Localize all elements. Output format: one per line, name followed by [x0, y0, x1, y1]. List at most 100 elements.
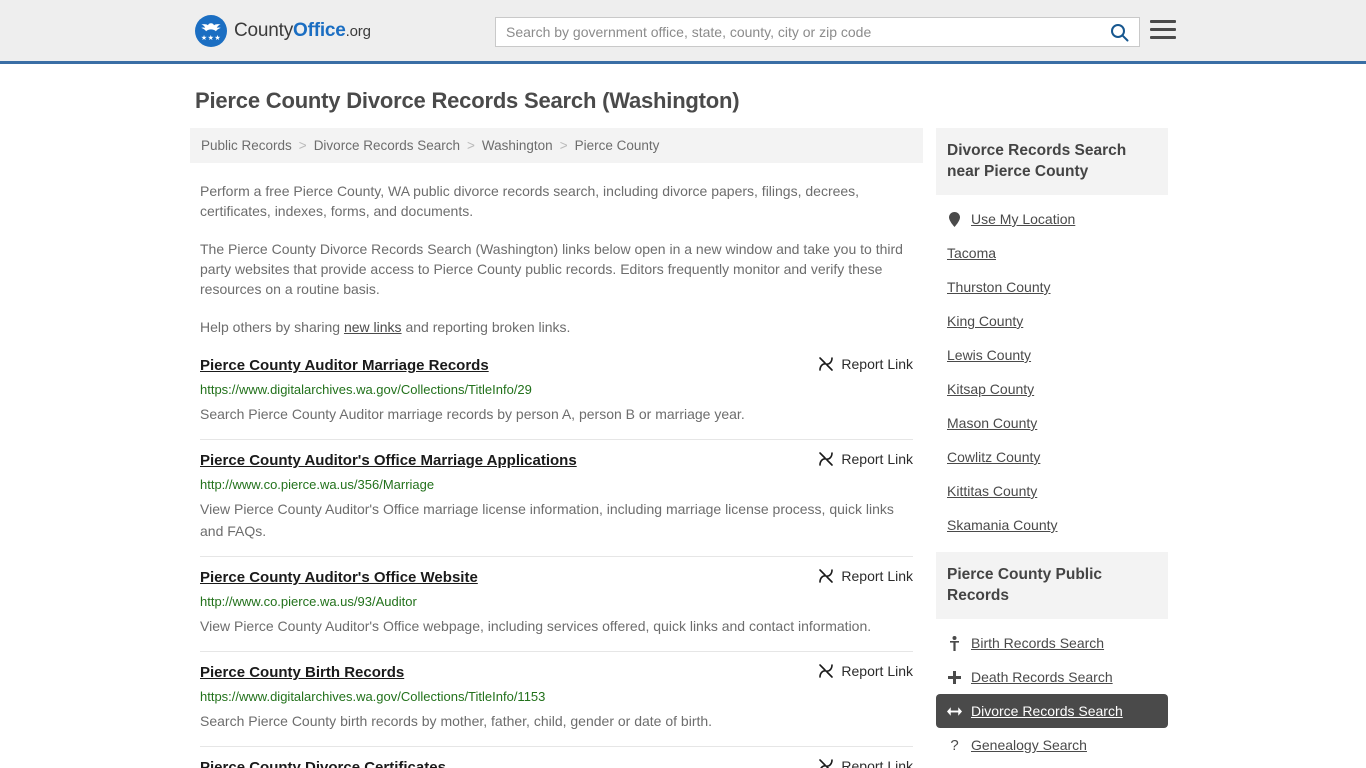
report-link-label: Report Link: [841, 758, 913, 768]
sidebar-item-genealogy-search[interactable]: ? Genealogy Search: [936, 728, 1168, 762]
intro-section: Perform a free Pierce County, WA public …: [190, 181, 923, 337]
breadcrumb: Public Records > Divorce Records Search …: [190, 128, 923, 163]
result-title-link[interactable]: Pierce County Birth Records: [200, 663, 404, 682]
broken-link-icon: [819, 759, 834, 768]
search-input[interactable]: [496, 18, 1099, 46]
eagle-icon: [201, 22, 221, 31]
new-links-link[interactable]: new links: [344, 319, 402, 335]
report-link-label: Report Link: [841, 663, 913, 679]
breadcrumb-item-divorce-records-search[interactable]: Divorce Records Search: [314, 138, 460, 153]
sidebar-item-kitsap-county[interactable]: Kitsap County: [936, 372, 1168, 406]
intro-paragraph-2: The Pierce County Divorce Records Search…: [200, 241, 903, 297]
sidebar-item-divorce-records-search[interactable]: Divorce Records Search: [936, 694, 1168, 728]
result-item: Pierce County Auditor's Office Website R…: [200, 557, 913, 652]
sidebar-item-birth-records-search[interactable]: Birth Records Search: [936, 626, 1168, 660]
search-button[interactable]: [1099, 18, 1139, 46]
sidebar-item-kittitas-county[interactable]: Kittitas County: [936, 474, 1168, 508]
report-link-button[interactable]: Report Link: [818, 568, 913, 584]
report-link-label: Report Link: [841, 568, 913, 584]
result-description: Search Pierce County birth records by mo…: [200, 713, 713, 729]
sidebar-item-label: Genealogy Search: [971, 737, 1087, 753]
result-title-link[interactable]: Pierce County Auditor's Office Website: [200, 568, 478, 587]
stars-icon: ★★★: [200, 34, 222, 42]
result-title-link[interactable]: Pierce County Auditor Marriage Records: [200, 356, 489, 375]
result-item: Pierce County Divorce Certificates Repor…: [200, 747, 913, 768]
sidebar-near-heading: Divorce Records Search near Pierce Count…: [936, 128, 1168, 195]
site-logo-text: CountyOffice.org: [234, 20, 371, 42]
result-header: Pierce County Auditor Marriage Records R…: [200, 356, 913, 375]
result-header: Pierce County Birth Records Report Link: [200, 663, 913, 682]
sidebar-item-thurston-county[interactable]: Thurston County: [936, 270, 1168, 304]
sidebar-item-lewis-county[interactable]: Lewis County: [936, 338, 1168, 372]
report-link-button[interactable]: Report Link: [818, 356, 913, 372]
hamburger-bar: [1150, 36, 1176, 39]
sidebar-item-label: Use My Location: [971, 211, 1076, 227]
result-url: https://www.digitalarchives.wa.gov/Colle…: [200, 689, 546, 704]
sidebar-item-label: Skamania County: [947, 517, 1058, 533]
hamburger-menu-icon[interactable]: [1150, 20, 1176, 39]
result-item: Pierce County Birth Records Report Link …: [200, 652, 913, 747]
broken-link-icon: [819, 452, 834, 466]
report-link-button[interactable]: Report Link: [818, 663, 913, 679]
breadcrumb-item-pierce-county[interactable]: Pierce County: [575, 138, 660, 153]
sidebar-item-label: Birth Records Search: [971, 635, 1105, 651]
sidebar-item-label: Tacoma: [947, 245, 997, 261]
sidebar-item-label: Mason County: [947, 415, 1038, 431]
hamburger-bar: [1150, 28, 1176, 31]
page-title: Pierce County Divorce Records Search (Wa…: [195, 88, 740, 113]
sidebar-item-mason-county[interactable]: Mason County: [936, 406, 1168, 440]
sidebar: Divorce Records Search near Pierce Count…: [936, 128, 1168, 768]
sidebar-near-panel: Divorce Records Search near Pierce Count…: [936, 128, 1168, 542]
county-office-emblem-icon: ★★★: [195, 14, 227, 47]
result-title-link[interactable]: Pierce County Auditor's Office Marriage …: [200, 451, 577, 470]
sidebar-item-label: Thurston County: [947, 279, 1051, 295]
sidebar-item-death-records-search[interactable]: Death Records Search: [936, 660, 1168, 694]
sidebar-item-use-my-location[interactable]: Use My Location: [936, 202, 1168, 236]
sidebar-item-label: Cowlitz County: [947, 449, 1041, 465]
intro-paragraph-3: Help others by sharing new links and rep…: [200, 317, 913, 337]
sidebar-item-label: Kitsap County: [947, 381, 1035, 397]
report-link-label: Report Link: [841, 451, 913, 467]
sidebar-public-records-links: Birth Records Search Death Records Searc…: [936, 619, 1168, 762]
baby-icon: [947, 635, 962, 651]
sidebar-near-links: Use My Location Tacoma Thurston County K…: [936, 195, 1168, 542]
site-logo[interactable]: ★★★ CountyOffice.org: [195, 14, 371, 47]
result-url: https://www.digitalarchives.wa.gov/Colle…: [200, 382, 532, 397]
sidebar-item-label: King County: [947, 313, 1024, 329]
sidebar-item-label: Divorce Records Search: [971, 703, 1123, 719]
search-bar[interactable]: [495, 17, 1140, 47]
sidebar-public-records-heading: Pierce County Public Records: [936, 552, 1168, 619]
hamburger-bar: [1150, 20, 1176, 23]
content-row: Public Records > Divorce Records Search …: [190, 128, 1176, 768]
result-description: View Pierce County Auditor's Office marr…: [200, 501, 894, 539]
report-link-button[interactable]: Report Link: [818, 451, 913, 467]
result-url: http://www.co.pierce.wa.us/356/Marriage: [200, 477, 435, 492]
brand-part-county: County: [234, 19, 294, 41]
report-link-button[interactable]: Report Link: [818, 758, 913, 768]
results-list: Pierce County Auditor Marriage Records R…: [190, 356, 923, 768]
map-pin-icon: [947, 211, 962, 227]
sidebar-public-records-panel: Pierce County Public Records Birth Recor…: [936, 552, 1168, 762]
cross-icon: [947, 670, 962, 684]
breadcrumb-item-public-records[interactable]: Public Records: [201, 138, 292, 153]
site-header: ★★★ CountyOffice.org: [0, 0, 1366, 64]
breadcrumb-separator: >: [298, 138, 307, 153]
breadcrumb-separator: >: [559, 138, 568, 153]
sidebar-item-king-county[interactable]: King County: [936, 304, 1168, 338]
sidebar-item-tacoma[interactable]: Tacoma: [936, 236, 1168, 270]
intro-p3-after: and reporting broken links.: [401, 319, 571, 335]
broken-link-icon: [819, 357, 834, 371]
breadcrumb-item-washington[interactable]: Washington: [482, 138, 553, 153]
broken-link-icon: [819, 569, 834, 583]
search-icon: [1110, 23, 1128, 41]
breadcrumb-separator: >: [467, 138, 475, 153]
page-container: Pierce County Divorce Records Search (Wa…: [0, 88, 1366, 768]
result-header: Pierce County Auditor's Office Marriage …: [200, 451, 913, 470]
sidebar-item-cowlitz-county[interactable]: Cowlitz County: [936, 440, 1168, 474]
result-title-link[interactable]: Pierce County Divorce Certificates: [200, 758, 446, 768]
intro-p3-before: Help others by sharing: [200, 319, 344, 335]
result-item: Pierce County Auditor's Office Marriage …: [200, 440, 913, 557]
sidebar-item-skamania-county[interactable]: Skamania County: [936, 508, 1168, 542]
result-description: Search Pierce County Auditor marriage re…: [200, 406, 745, 422]
result-header: Pierce County Divorce Certificates Repor…: [200, 758, 913, 768]
